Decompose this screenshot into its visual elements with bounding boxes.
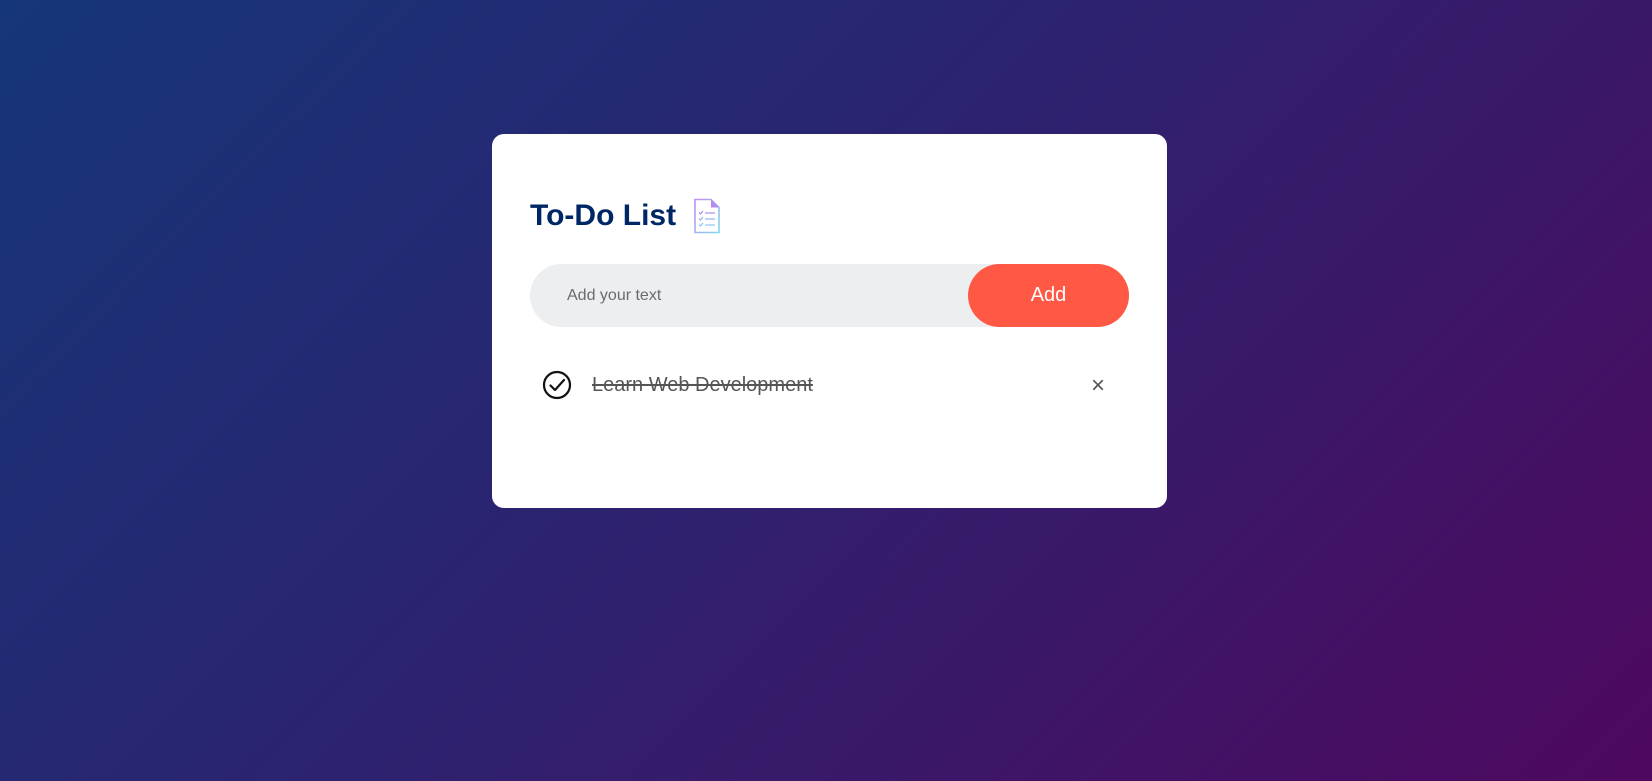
- add-button[interactable]: Add: [968, 264, 1129, 327]
- header: To-Do List: [530, 196, 1129, 236]
- task-input[interactable]: [530, 264, 968, 327]
- task-text: Learn Web Development: [592, 373, 813, 396]
- todo-card: To-Do List Add your text Add Learn Web D…: [492, 134, 1167, 508]
- page-title: To-Do List: [530, 199, 677, 232]
- task-list: Learn Web Development ×: [530, 365, 1129, 405]
- checked-circle-icon[interactable]: [542, 370, 572, 400]
- add-task-row: Add: [530, 264, 1129, 327]
- notepad-checklist-icon: [692, 198, 722, 234]
- list-item[interactable]: Learn Web Development ×: [530, 365, 1129, 405]
- close-icon[interactable]: ×: [1083, 371, 1113, 401]
